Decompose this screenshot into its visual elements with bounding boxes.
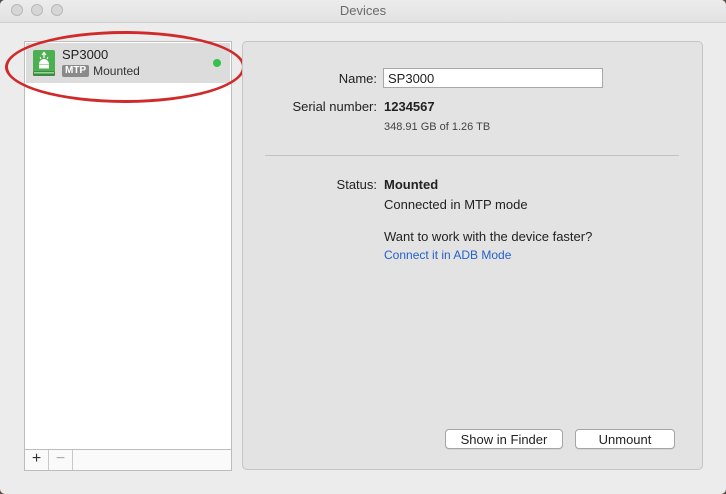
unmount-button[interactable]: Unmount — [575, 429, 675, 449]
connect-adb-link[interactable]: Connect it in ADB Mode — [384, 248, 511, 262]
device-status-line: MTP Mounted — [62, 64, 140, 78]
remove-device-button[interactable]: − — [49, 450, 73, 470]
device-list: SP3000 MTP Mounted + − — [24, 41, 232, 471]
sidebar-footer: + − — [25, 449, 231, 470]
device-name-field[interactable] — [383, 68, 603, 88]
title-bar: Devices — [0, 0, 726, 23]
serial-value: 1234567 — [384, 99, 435, 114]
details-divider — [265, 155, 679, 156]
faster-prompt: Want to work with the device faster? — [384, 229, 593, 244]
status-label: Status: — [336, 177, 377, 192]
show-in-finder-button[interactable]: Show in Finder — [445, 429, 563, 449]
device-name: SP3000 — [62, 47, 109, 62]
name-label: Name: — [338, 71, 377, 86]
add-device-button[interactable]: + — [25, 450, 49, 470]
device-details-panel: Name: Serial number: 1234567 348.91 GB o… — [242, 41, 703, 470]
mtp-badge: MTP — [62, 65, 90, 77]
window-title: Devices — [339, 3, 387, 18]
status-value: Mounted — [384, 177, 439, 192]
device-list-item[interactable]: SP3000 MTP Mounted — [26, 43, 230, 83]
devices-window: Devices SP3000 MTP Mounted + − Name: SP3… — [0, 0, 726, 494]
device-status: Mounted — [93, 64, 140, 78]
connected-indicator — [213, 59, 221, 67]
serial-label: Serial number: — [292, 99, 377, 114]
android-device-icon — [33, 50, 55, 76]
storage-usage: 348.91 GB of 1.26 TB — [384, 121, 491, 133]
status-detail: Connected in MTP mode — [384, 197, 528, 212]
